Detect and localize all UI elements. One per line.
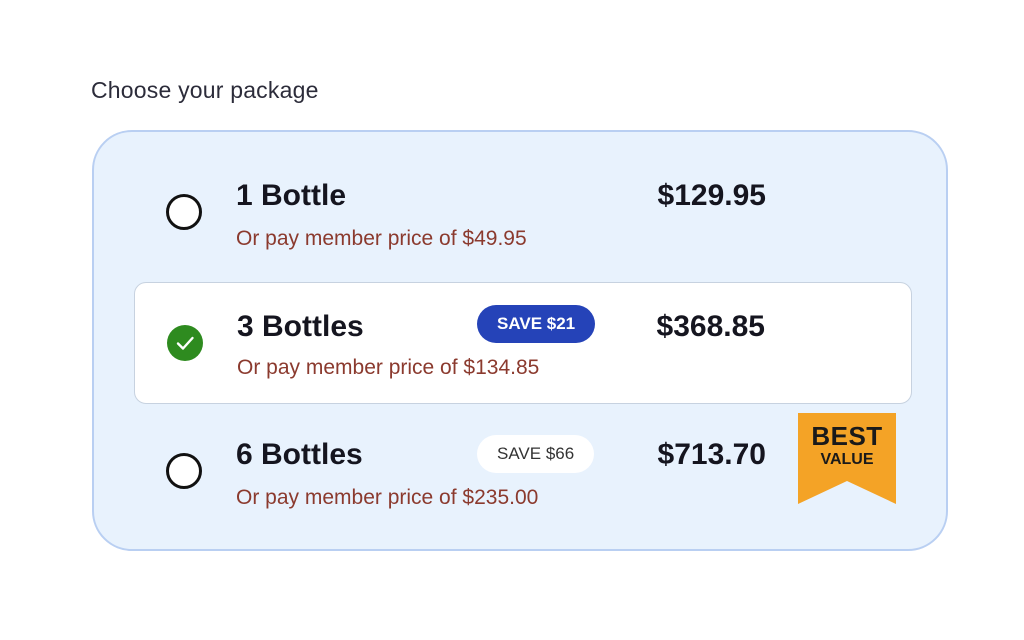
option-price: $129.95 [657,179,766,212]
option-title: 1 Bottle [236,179,347,212]
option-price: $713.70 [657,438,766,471]
package-option-1-bottle[interactable]: 1 Bottle Or pay member price of $49.95 $… [134,132,912,254]
ribbon-line-1: BEST [811,421,883,451]
save-badge: SAVE $66 [477,435,595,473]
radio-empty-icon[interactable] [166,194,202,230]
member-price-text: Or pay member price of $49.95 [236,227,527,250]
member-price-text: Or pay member price of $134.85 [237,356,540,379]
option-title: 6 Bottles [236,438,363,471]
package-panel: 1 Bottle Or pay member price of $49.95 $… [92,130,948,551]
radio-empty-icon[interactable] [166,453,202,489]
package-option-3-bottles[interactable]: 3 Bottles SAVE $21 Or pay member price o… [134,282,912,404]
member-price-text: Or pay member price of $235.00 [236,486,539,509]
package-option-6-bottles[interactable]: 6 Bottles SAVE $66 Or pay member price o… [134,391,912,513]
ribbon-line-2: VALUE [820,451,874,468]
save-badge: SAVE $21 [477,305,596,343]
best-value-ribbon: BEST VALUE [798,413,896,504]
option-title: 3 Bottles [237,310,364,343]
check-icon[interactable] [167,325,203,361]
package-heading: Choose your package [91,77,319,103]
option-price: $368.85 [656,310,765,343]
